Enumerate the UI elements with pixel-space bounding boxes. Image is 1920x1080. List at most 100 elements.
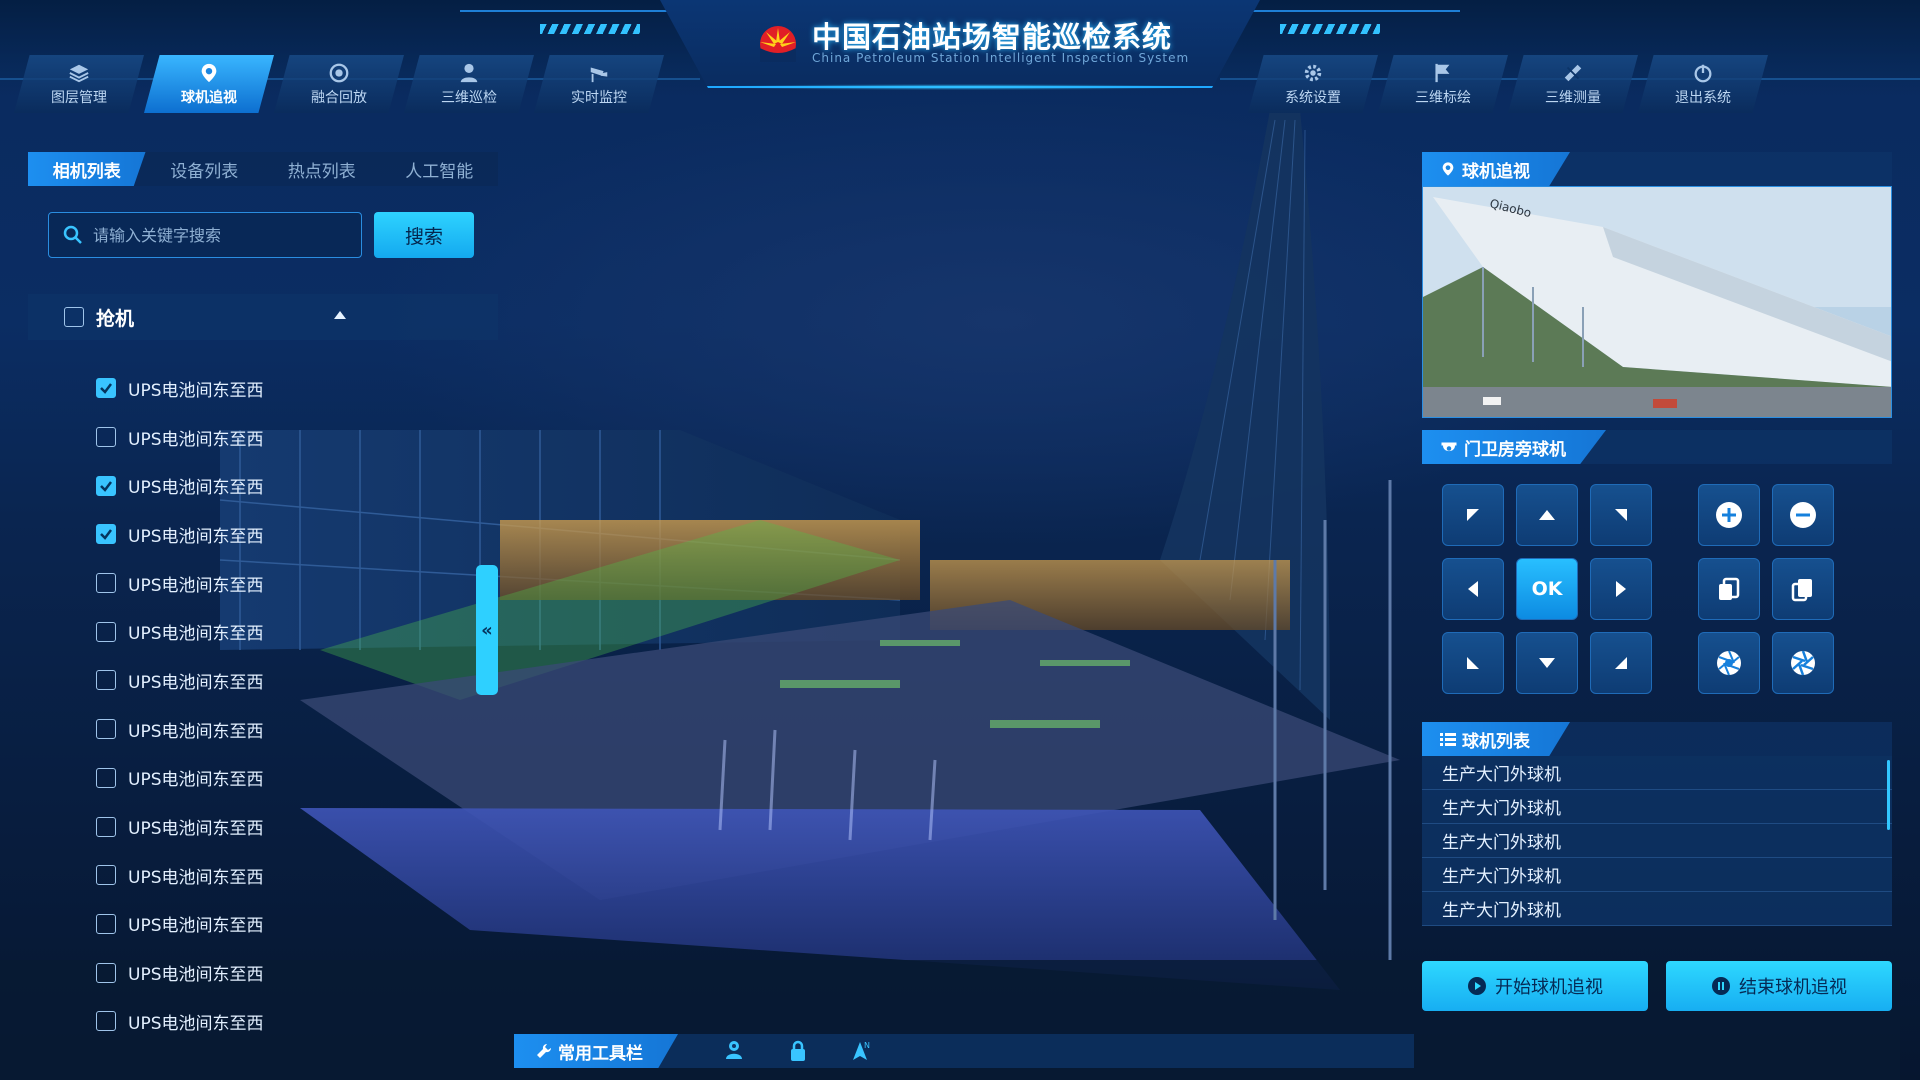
group-checkbox[interactable]: [64, 307, 84, 327]
aperture-icon: [1717, 650, 1741, 676]
common-toolbar: 常用工具栏 N: [514, 1034, 1414, 1068]
iris-open-button[interactable]: [1698, 632, 1760, 694]
camera-group-header[interactable]: 抢机: [28, 294, 498, 340]
ptz-title: 门卫房旁球机: [1464, 439, 1566, 460]
focus-near-button[interactable]: [1698, 558, 1760, 620]
compass-north-icon[interactable]: N: [848, 1039, 872, 1063]
ptz-down-right-button[interactable]: [1590, 632, 1652, 694]
checkbox[interactable]: [96, 962, 116, 983]
camera-list-item[interactable]: UPS电池间东至西: [96, 802, 476, 851]
camera-checklist: UPS电池间东至西 UPS电池间东至西 UPS电池间东至西 UPS电池间东至西 UPS电…: [96, 364, 476, 1046]
ptz-camera-row[interactable]: 生产大门外球机: [1422, 892, 1892, 926]
stop-tracking-button[interactable]: 结束球机追视: [1666, 961, 1892, 1011]
checkbox[interactable]: [96, 767, 116, 788]
search-button[interactable]: 搜索: [374, 212, 474, 258]
copy-icon: [1719, 577, 1740, 600]
camera-preview[interactable]: Qiaobo: [1422, 186, 1892, 418]
nav-item-exit[interactable]: 退出系统: [1638, 55, 1768, 113]
camera-list-item[interactable]: UPS电池间东至西: [96, 900, 476, 949]
nav-item-ptz-tracking[interactable]: 球机追视: [144, 55, 274, 113]
power-icon: [1694, 64, 1712, 82]
camera-list-item[interactable]: UPS电池间东至西: [96, 461, 476, 510]
checkbox[interactable]: [96, 719, 116, 740]
checkbox[interactable]: [96, 621, 116, 642]
checkbox[interactable]: [96, 1011, 116, 1032]
nav-item-3d-plot[interactable]: 三维标绘: [1378, 55, 1508, 113]
ptz-down-button[interactable]: [1516, 632, 1578, 694]
nav-item-live-monitor[interactable]: 实时监控: [534, 55, 664, 113]
nav-label: 融合回放: [311, 89, 367, 106]
start-tracking-button[interactable]: 开始球机追视: [1422, 961, 1648, 1011]
camera-list-item[interactable]: UPS电池间东至西: [96, 559, 476, 608]
collapse-caret-icon[interactable]: [334, 311, 346, 319]
camera-list-item[interactable]: UPS电池间东至西: [96, 413, 476, 462]
nav-label: 球机追视: [181, 89, 237, 106]
checkbox-checked[interactable]: [96, 475, 116, 496]
ruler-icon: [1564, 64, 1582, 81]
nav-item-fusion-replay[interactable]: 融合回放: [274, 55, 404, 113]
inspector-icon: [460, 63, 478, 82]
zoom-out-button[interactable]: [1772, 484, 1834, 546]
ptz-camera-row[interactable]: 生产大门外球机: [1422, 756, 1892, 790]
checkmark-icon: [100, 480, 112, 492]
camera-item-label: UPS电池间东至西: [128, 526, 264, 547]
nav-item-3d-measure[interactable]: 三维测量: [1508, 55, 1638, 113]
replay-icon: [329, 63, 349, 82]
camera-list-item[interactable]: UPS电池间东至西: [96, 656, 476, 705]
ptz-up-left-button[interactable]: [1442, 484, 1504, 546]
lock-icon[interactable]: [786, 1039, 810, 1063]
nav-item-layers[interactable]: 图层管理: [14, 55, 144, 113]
checkbox[interactable]: [96, 865, 116, 886]
ptz-camera-row[interactable]: 生产大门外球机: [1422, 824, 1892, 858]
tab-device-list[interactable]: 设备列表: [146, 152, 264, 186]
checkbox[interactable]: [96, 670, 116, 691]
location-pin-icon: [201, 63, 217, 82]
ptz-up-button[interactable]: [1516, 484, 1578, 546]
checkbox-checked[interactable]: [96, 378, 116, 399]
checkbox[interactable]: [96, 573, 116, 594]
ptz-ok-button[interactable]: OK: [1516, 558, 1578, 620]
nav-label: 三维标绘: [1415, 89, 1471, 106]
collapse-panel-button[interactable]: «: [476, 565, 498, 695]
nav-item-3d-inspection[interactable]: 三维巡检: [404, 55, 534, 113]
camera-list-item[interactable]: UPS电池间东至西: [96, 510, 476, 559]
checkbox[interactable]: [96, 427, 116, 448]
camera-list-item[interactable]: UPS电池间东至西: [96, 851, 476, 900]
checkbox-checked[interactable]: [96, 524, 116, 545]
camera-item-label: UPS电池间东至西: [128, 867, 264, 888]
tab-hotspot-list[interactable]: 热点列表: [263, 152, 381, 186]
ptz-camera-row[interactable]: 生产大门外球机: [1422, 858, 1892, 892]
header-deco-stripe: [1280, 24, 1380, 34]
ptz-up-right-button[interactable]: [1590, 484, 1652, 546]
ptz-left-button[interactable]: [1442, 558, 1504, 620]
tab-camera-list[interactable]: 相机列表: [28, 152, 146, 186]
dome-camera-icon: [1441, 442, 1457, 452]
camera-list-item[interactable]: UPS电池间东至西: [96, 948, 476, 997]
tab-ai[interactable]: 人工智能: [381, 152, 499, 186]
app-title: 中国石油站场智能巡检系统: [812, 20, 1173, 54]
camera-list-item[interactable]: UPS电池间东至西: [96, 997, 476, 1046]
wrench-icon: [537, 1043, 552, 1058]
iris-close-button[interactable]: [1772, 632, 1834, 694]
right-panel: 球机追视 Qiaobo 门卫房旁球机 OK 球机列表 生产大门外球机 生产大门外…: [1422, 152, 1892, 1012]
nav-item-settings[interactable]: 系统设置: [1248, 55, 1378, 113]
list-scrollbar[interactable]: [1887, 760, 1890, 830]
camera-item-label: UPS电池间东至西: [128, 770, 264, 791]
checkbox[interactable]: [96, 913, 116, 934]
focus-far-button[interactable]: [1772, 558, 1834, 620]
search-input[interactable]: [93, 225, 353, 245]
petrochina-logo: [760, 26, 796, 62]
zoom-in-button[interactable]: [1698, 484, 1760, 546]
camera-item-label: UPS电池间东至西: [128, 380, 264, 401]
user-location-icon[interactable]: [722, 1039, 746, 1063]
svg-text:N: N: [864, 1041, 870, 1050]
ptz-camera-row[interactable]: 生产大门外球机: [1422, 790, 1892, 824]
camera-list-item[interactable]: UPS电池间东至西: [96, 754, 476, 803]
header-deco-line: [460, 10, 690, 12]
camera-list-item[interactable]: UPS电池间东至西: [96, 705, 476, 754]
checkbox[interactable]: [96, 816, 116, 837]
camera-list-item[interactable]: UPS电池间东至西: [96, 364, 476, 413]
ptz-right-button[interactable]: [1590, 558, 1652, 620]
ptz-down-left-button[interactable]: [1442, 632, 1504, 694]
camera-list-item[interactable]: UPS电池间东至西: [96, 607, 476, 656]
